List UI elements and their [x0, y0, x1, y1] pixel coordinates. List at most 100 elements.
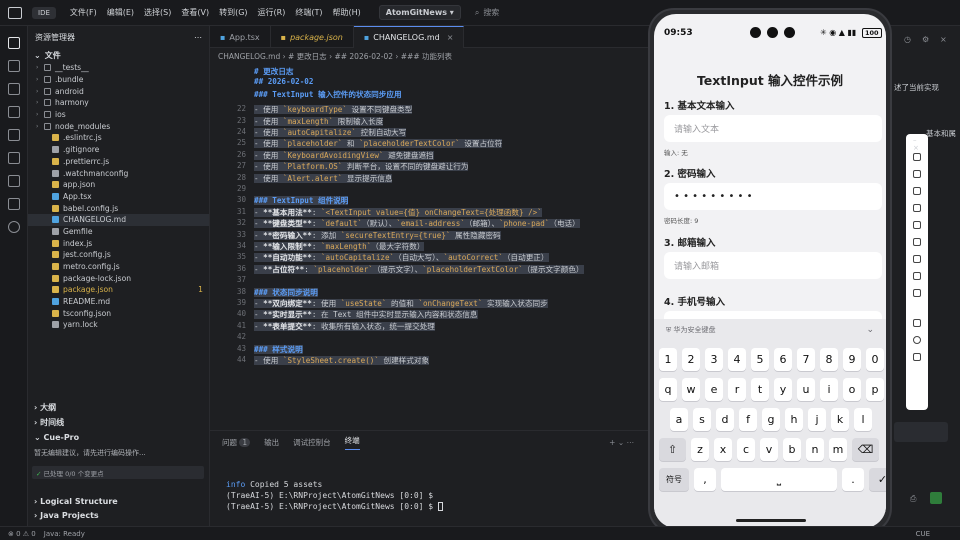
tree-folder[interactable]: › .bundle [28, 74, 209, 86]
close-icon[interactable]: × [447, 33, 454, 42]
tree-file[interactable]: .watchmanconfig [28, 167, 209, 179]
key-3[interactable]: 3 [705, 348, 723, 371]
tree-file[interactable]: package-lock.json [28, 272, 209, 284]
key-h[interactable]: h [785, 408, 803, 431]
key-0[interactable]: 0 [866, 348, 884, 371]
testing-icon[interactable] [8, 198, 20, 210]
back-icon[interactable] [913, 319, 921, 327]
mute-icon[interactable] [913, 255, 921, 263]
settings-icon[interactable]: ⚙ [922, 35, 929, 44]
run-debug-icon[interactable] [8, 106, 20, 118]
key-a[interactable]: a [670, 408, 688, 431]
key-t[interactable]: t [751, 378, 769, 401]
tree-file[interactable]: app.json [28, 179, 209, 191]
space-key[interactable]: ⎵ [721, 468, 837, 491]
menu-view[interactable]: 查看(V) [181, 7, 209, 18]
cue-status[interactable]: CUE [916, 530, 930, 538]
terminal-output[interactable]: info Copied 5 assets (TraeAI-5) E:\RNPro… [210, 479, 650, 512]
tree-file[interactable]: README.md [28, 296, 209, 308]
tree-folder[interactable]: › android [28, 85, 209, 97]
menu-help[interactable]: 帮助(H) [332, 7, 360, 18]
tree-file[interactable]: App.tsx [28, 191, 209, 203]
code-editor[interactable]: # 更改日志 ## 2026-02-02 ### TextInput 输入控件的状态… [210, 64, 650, 426]
tree-folder[interactable]: › node_modules [28, 120, 209, 132]
key-y[interactable]: y [774, 378, 792, 401]
tab-changelog[interactable]: ▪ CHANGELOG.md × [353, 26, 465, 48]
remote-icon[interactable] [8, 152, 20, 164]
java-status[interactable]: Java: Ready [44, 530, 85, 538]
key-m[interactable]: m [829, 438, 847, 461]
panel-tab-output[interactable]: 输出 [264, 437, 279, 448]
menu-edit[interactable]: 编辑(E) [107, 7, 134, 18]
key-u[interactable]: u [797, 378, 815, 401]
email-input[interactable]: 请输入邮箱 [664, 252, 882, 279]
key-o[interactable]: o [843, 378, 861, 401]
key-6[interactable]: 6 [774, 348, 792, 371]
tree-file[interactable]: .eslintrc.js [28, 132, 209, 144]
java-projects-section[interactable]: › Java Projects [34, 511, 99, 520]
panel-tab-debug-console[interactable]: 调试控制台 [293, 437, 331, 448]
key-x[interactable]: x [714, 438, 732, 461]
files-section[interactable]: ⌄ 文件 [28, 48, 209, 62]
tree-folder[interactable]: › harmony [28, 97, 209, 109]
rotate-icon[interactable] [913, 187, 921, 195]
tree-folder[interactable]: › __tests__ [28, 62, 209, 74]
recents-icon[interactable] [913, 353, 921, 361]
history-icon[interactable]: ◷ [904, 35, 911, 44]
tree-file[interactable]: metro.config.js [28, 261, 209, 273]
password-input[interactable]: • • • • • • • • • [664, 183, 882, 210]
key-f[interactable]: f [739, 408, 757, 431]
comma-key[interactable]: , [694, 468, 716, 491]
close-panel-icon[interactable]: × [940, 35, 947, 44]
fold-icon[interactable] [913, 272, 921, 280]
tree-file[interactable]: CHANGELOG.md [28, 213, 209, 226]
key-j[interactable]: j [808, 408, 826, 431]
menu-goto[interactable]: 转到(G) [219, 7, 247, 18]
location-icon[interactable] [913, 221, 921, 229]
tree-file[interactable]: .prettierrc.js [28, 156, 209, 168]
extensions-icon[interactable] [8, 129, 20, 141]
key-k[interactable]: k [831, 408, 849, 431]
key-c[interactable]: c [737, 438, 755, 461]
screenshot-icon[interactable] [913, 204, 921, 212]
key-s[interactable]: s [693, 408, 711, 431]
key-d[interactable]: d [716, 408, 734, 431]
key-8[interactable]: 8 [820, 348, 838, 371]
breadcrumb[interactable]: CHANGELOG.md › # 更改日志 › ## 2026-02-02 › … [210, 48, 650, 64]
backspace-key[interactable]: ⌫ [852, 438, 879, 461]
menu-run[interactable]: 运行(R) [258, 7, 286, 18]
timeline-section[interactable]: › 时间线 [34, 417, 64, 428]
key-7[interactable]: 7 [797, 348, 815, 371]
send-button[interactable] [930, 492, 942, 504]
symbols-key[interactable]: 符号 [659, 468, 689, 491]
microphone-icon[interactable]: ⎙ [910, 494, 916, 504]
key-9[interactable]: 9 [843, 348, 861, 371]
more-icon[interactable]: ⋯ [194, 33, 202, 42]
menu-terminal[interactable]: 终端(T) [295, 7, 322, 18]
shift-key[interactable]: ⇧ [659, 438, 686, 461]
key-i[interactable]: i [820, 378, 838, 401]
basic-text-input[interactable]: 请输入文本 [664, 115, 882, 142]
key-2[interactable]: 2 [682, 348, 700, 371]
add-terminal-icon[interactable]: + ⌄ ⋯ [609, 438, 634, 447]
enter-key[interactable]: ✓ [869, 468, 886, 491]
home-indicator[interactable] [736, 519, 806, 522]
more-options-icon[interactable] [913, 289, 921, 297]
key-l[interactable]: l [854, 408, 872, 431]
tree-file[interactable]: yarn.lock [28, 319, 209, 331]
cue-pro-section[interactable]: ⌄ Cue-Pro [34, 433, 79, 442]
collapse-keyboard-icon[interactable]: ⌄ [866, 325, 874, 335]
home-icon[interactable] [913, 336, 921, 344]
explorer-icon[interactable] [8, 37, 20, 49]
tab-package-json[interactable]: ▪ package.json [271, 26, 354, 48]
project-switcher[interactable]: AtomGitNews ▾ [378, 5, 461, 20]
tree-file[interactable]: Gemfile [28, 226, 209, 238]
logical-structure-section[interactable]: › Logical Structure [34, 497, 118, 506]
global-search[interactable]: ⌕ 搜索 [475, 7, 499, 18]
key-q[interactable]: q [659, 378, 677, 401]
key-g[interactable]: g [762, 408, 780, 431]
tree-folder[interactable]: › ios [28, 109, 209, 121]
grid-icon[interactable] [8, 175, 20, 187]
key-w[interactable]: w [682, 378, 700, 401]
menu-file[interactable]: 文件(F) [70, 7, 97, 18]
